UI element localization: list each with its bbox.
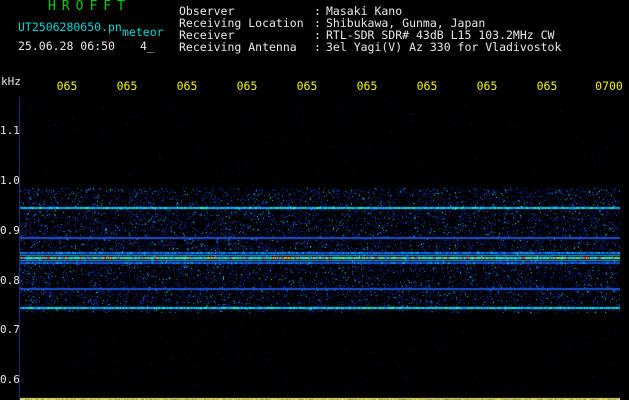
file-name: UT2506280650.pn — [18, 20, 122, 34]
time-label: 0700 — [595, 79, 623, 93]
hrofft-window: HROFFT UT2506280650.pn meteor 25.06.28 0… — [0, 0, 629, 400]
time-label: 065 — [176, 79, 198, 93]
time-label: 065 — [536, 79, 558, 93]
time-label: 065 — [416, 79, 438, 93]
antenna-colon: : — [314, 40, 321, 54]
time-label: 065 — [116, 79, 138, 93]
time-label: 065 — [296, 79, 318, 93]
freq-tick-label: 1.0 — [0, 174, 20, 187]
counter: 4_ — [140, 39, 154, 53]
mode-label: meteor — [122, 25, 164, 39]
antenna-label: Receiving Antenna — [179, 40, 297, 54]
frequency-unit-label: kHz — [1, 75, 21, 88]
time-label: 065 — [56, 79, 78, 93]
freq-tick-label: 0.7 — [0, 323, 20, 336]
time-label: 065 — [236, 79, 258, 93]
app-title: HROFFT — [48, 0, 131, 14]
time-label: 065 — [356, 79, 378, 93]
timestamp: 25.06.28 06:50 — [18, 39, 115, 53]
freq-tick-label: 0.6 — [0, 373, 20, 386]
time-label: 065 — [476, 79, 498, 93]
freq-tick-label: 1.1 — [0, 124, 20, 137]
freq-tick-label: 0.8 — [0, 274, 20, 287]
spectrogram-canvas — [20, 98, 620, 400]
freq-tick-label: 0.9 — [0, 224, 20, 237]
antenna-value: 3el Yagi(V) Az 330 for Vladivostok — [326, 40, 562, 54]
